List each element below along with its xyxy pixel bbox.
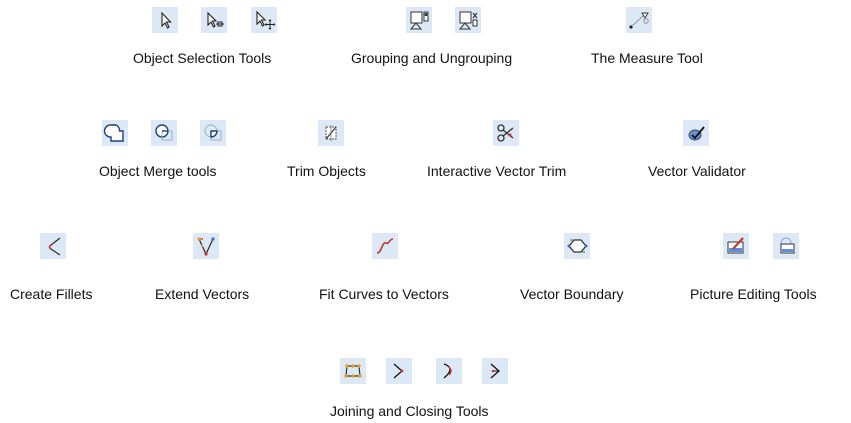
fillet-icon[interactable] [40,233,66,259]
close-vector-icon[interactable] [340,358,366,384]
picture-crop-icon[interactable] [773,233,799,259]
fit-curves-label: Fit Curves to Vectors [319,286,449,302]
picture-edit-icon[interactable] [723,233,749,259]
vector-boundary-label: Vector Boundary [520,286,624,302]
grouping-label: Grouping and Ungrouping [351,50,513,66]
select-node-icon[interactable] [201,7,227,33]
interactive-trim-label: Interactive Vector Trim [427,163,567,179]
select-transform-icon[interactable] [251,7,277,33]
object-selection-label: Object Selection Tools [133,50,272,66]
scissors-icon[interactable] [493,120,519,146]
fit-curves-icon[interactable] [372,233,398,259]
trim-objects-label: Trim Objects [287,163,366,179]
joining-closing-label: Joining and Closing Tools [330,403,489,419]
vector-validator-icon[interactable] [683,120,709,146]
group-icon[interactable] [406,7,432,33]
measure-label: The Measure Tool [591,50,703,66]
select-pointer-icon[interactable] [152,7,178,33]
object-merge-label: Object Merge tools [99,163,217,179]
join-curve-icon[interactable] [436,358,462,384]
join-straight-icon[interactable] [386,358,412,384]
join-point-icon[interactable] [482,358,508,384]
extend-vectors-label: Extend Vectors [155,286,250,302]
vector-boundary-icon[interactable] [564,233,590,259]
tool-palette-reference: { "groups": { "object_selection": { "lab… [0,0,851,423]
measure-icon[interactable] [626,7,652,33]
merge-union-icon[interactable] [102,120,128,146]
picture-editing-label: Picture Editing Tools [690,286,817,302]
ungroup-icon[interactable] [455,7,481,33]
merge-subtract-icon[interactable] [151,120,177,146]
trim-objects-icon[interactable] [318,120,344,146]
vector-validator-label: Vector Validator [648,163,746,179]
merge-intersect-icon[interactable] [200,120,226,146]
create-fillets-label: Create Fillets [10,286,93,302]
extend-vectors-icon[interactable] [193,233,219,259]
